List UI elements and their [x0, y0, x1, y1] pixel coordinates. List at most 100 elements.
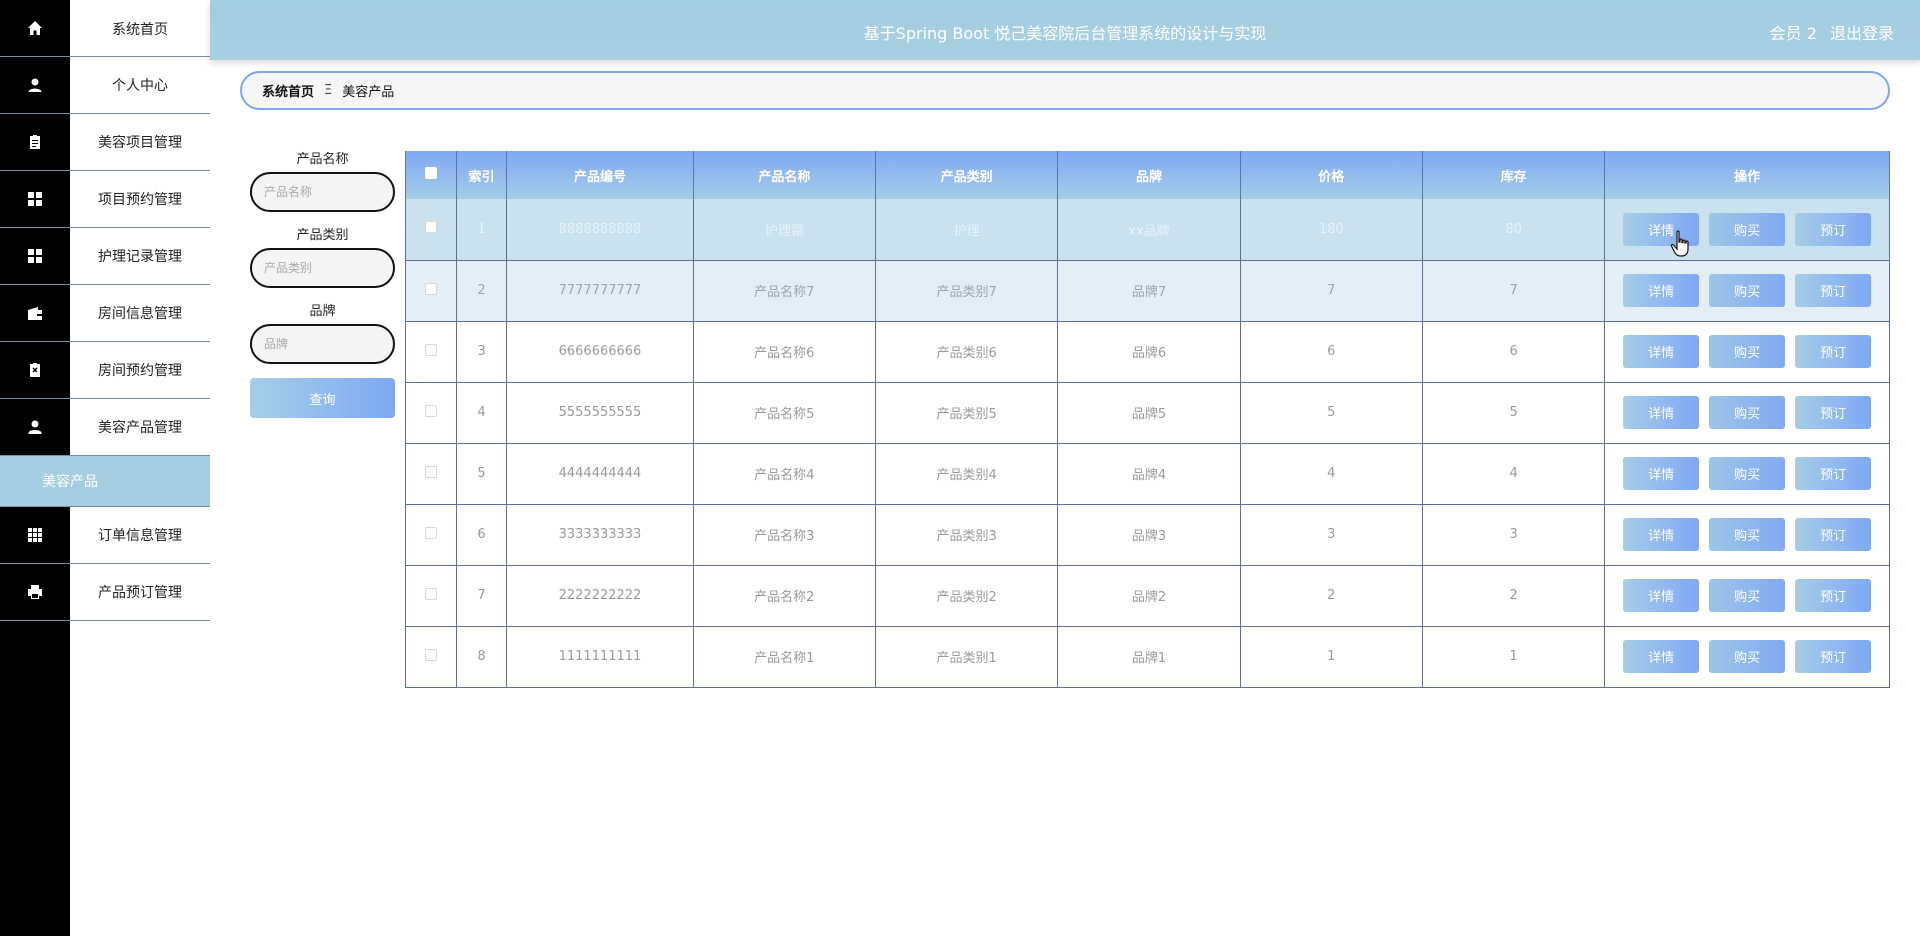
row-select-cell[interactable] [405, 565, 457, 627]
reserve-button[interactable]: 预订 [1795, 518, 1872, 551]
product-type-field[interactable] [250, 248, 395, 288]
sidebar-item-label: 项目预约管理 [98, 192, 182, 208]
table-row[interactable]: 5 4444444444 产品名称4 产品类别4 品牌4 4 4 详情 购买 预订 [405, 443, 1890, 505]
cell-index: 2 [455, 260, 508, 322]
row-select-cell[interactable] [405, 443, 457, 505]
row-checkbox[interactable] [424, 282, 437, 295]
cell-type: 产品类别1 [874, 626, 1059, 688]
table-row[interactable]: 1 8888888888 护理霜 护理 xx品牌 180 80 详情 购买 预订 [405, 199, 1890, 261]
column-header: 品牌 [1057, 151, 1241, 199]
sidebar-item-home[interactable]: 系统首页 [0, 0, 210, 57]
detail-button[interactable]: 详情 [1623, 640, 1700, 673]
sidebar-item-care-records[interactable]: 护理记录管理 [0, 228, 210, 285]
cell-type: 产品类别4 [874, 443, 1059, 505]
cell-brand: 品牌6 [1057, 321, 1241, 383]
apps-icon [0, 507, 70, 563]
row-checkbox[interactable] [424, 221, 437, 234]
sidebar-item-orders[interactable]: 订单信息管理 [0, 507, 210, 564]
cell-code: 3333333333 [506, 504, 694, 566]
row-select-cell[interactable] [405, 626, 457, 688]
detail-button[interactable]: 详情 [1623, 579, 1700, 612]
sidebar-item-label: 房间信息管理 [98, 306, 182, 322]
detail-button[interactable]: 详情 [1623, 518, 1700, 551]
breadcrumb-separator: Ξ [324, 83, 333, 98]
sidebar-item-label: 美容项目管理 [98, 135, 182, 151]
detail-button[interactable]: 详情 [1623, 274, 1700, 307]
user-icon [0, 57, 70, 113]
row-checkbox[interactable] [424, 526, 437, 539]
cell-name: 产品名称4 [692, 443, 876, 505]
detail-button[interactable]: 详情 [1623, 457, 1700, 490]
table-row[interactable]: 8 1111111111 产品名称1 产品类别1 品牌1 1 1 详情 购买 预订 [405, 626, 1890, 688]
cell-actions: 详情 购买 预订 [1604, 382, 1890, 444]
row-checkbox[interactable] [424, 404, 437, 417]
table-row[interactable]: 2 7777777777 产品名称7 产品类别7 品牌7 7 7 详情 购买 预订 [405, 260, 1890, 322]
buy-button[interactable]: 购买 [1709, 212, 1786, 246]
row-checkbox[interactable] [424, 648, 437, 661]
detail-button[interactable]: 详情 [1623, 335, 1700, 368]
cell-code: 2222222222 [506, 565, 694, 627]
cell-price: 7 [1239, 260, 1423, 322]
column-header: 产品类别 [874, 151, 1059, 199]
user-area: 会员 2 退出登录 [1762, 20, 1894, 44]
sidebar-item-room-info[interactable]: 房间信息管理 [0, 285, 210, 342]
select-all-checkbox[interactable] [424, 167, 437, 179]
reserve-button[interactable]: 预订 [1795, 457, 1872, 490]
reserve-button[interactable]: 预订 [1795, 579, 1872, 612]
table-row[interactable]: 7 2222222222 产品名称2 产品类别2 品牌2 2 2 详情 购买 预订 [405, 565, 1890, 627]
buy-button[interactable]: 购买 [1709, 335, 1786, 368]
cell-price: 2 [1239, 565, 1423, 627]
sidebar-item-profile[interactable]: 个人中心 [0, 57, 210, 114]
reserve-button[interactable]: 预订 [1795, 212, 1872, 246]
detail-button[interactable]: 详情 [1623, 396, 1700, 429]
buy-button[interactable]: 购买 [1709, 579, 1786, 612]
logout-link[interactable]: 退出登录 [1830, 24, 1894, 43]
sidebar-subitem-beauty-product[interactable]: 美容产品 [0, 456, 210, 507]
table-row[interactable]: 3 6666666666 产品名称6 产品类别6 品牌6 6 6 详情 购买 预订 [405, 321, 1890, 383]
product-type-input[interactable] [264, 261, 393, 275]
cell-type: 产品类别3 [874, 504, 1059, 566]
reserve-button[interactable]: 预订 [1795, 274, 1872, 307]
buy-button[interactable]: 购买 [1709, 640, 1786, 673]
row-checkbox[interactable] [424, 587, 437, 600]
reserve-button[interactable]: 预订 [1795, 396, 1872, 429]
brand-field[interactable] [250, 324, 395, 364]
sidebar-item-beauty-products[interactable]: 美容产品管理 [0, 399, 210, 456]
clipboard-icon [0, 114, 70, 170]
current-user[interactable]: 会员 2 [1770, 24, 1817, 43]
search-button[interactable]: 查询 [250, 378, 395, 418]
table-row[interactable]: 6 3333333333 产品名称3 产品类别3 品牌3 3 3 详情 购买 预订 [405, 504, 1890, 566]
row-select-cell[interactable] [405, 382, 457, 444]
hand-cursor-icon [1670, 230, 1689, 257]
row-checkbox[interactable] [424, 343, 437, 356]
row-select-cell[interactable] [405, 504, 457, 566]
row-select-cell[interactable] [405, 199, 457, 261]
buy-button[interactable]: 购买 [1709, 518, 1786, 551]
sidebar-item-room-booking[interactable]: 房间预约管理 [0, 342, 210, 399]
cell-price: 5 [1239, 382, 1423, 444]
cell-actions: 详情 购买 预订 [1604, 565, 1890, 627]
reserve-button[interactable]: 预订 [1795, 640, 1872, 673]
sidebar-item-product-reservations[interactable]: 产品预订管理 [0, 564, 210, 621]
brand-input[interactable] [264, 337, 393, 351]
cell-price: 180 [1239, 199, 1423, 261]
buy-button[interactable]: 购买 [1709, 274, 1786, 307]
buy-button[interactable]: 购买 [1709, 457, 1786, 490]
product-name-input[interactable] [264, 185, 393, 199]
row-select-cell[interactable] [405, 260, 457, 322]
product-name-label: 产品名称 [296, 152, 349, 167]
table-row[interactable]: 4 5555555555 产品名称5 产品类别5 品牌5 5 5 详情 购买 预订 [405, 382, 1890, 444]
product-name-field[interactable] [250, 172, 395, 212]
cell-brand: 品牌4 [1057, 443, 1241, 505]
buy-button[interactable]: 购买 [1709, 396, 1786, 429]
select-all-cell[interactable] [405, 151, 457, 199]
sidebar-item-project-booking[interactable]: 项目预约管理 [0, 171, 210, 228]
sidebar-item-beauty-projects[interactable]: 美容项目管理 [0, 114, 210, 171]
row-select-cell[interactable] [405, 321, 457, 383]
breadcrumb-home[interactable]: 系统首页 [262, 81, 314, 100]
printer-icon [0, 564, 70, 620]
sidebar-subitem-label: 美容产品 [42, 474, 98, 490]
column-header: 产品名称 [692, 151, 876, 199]
row-checkbox[interactable] [424, 465, 437, 478]
reserve-button[interactable]: 预订 [1795, 335, 1872, 368]
